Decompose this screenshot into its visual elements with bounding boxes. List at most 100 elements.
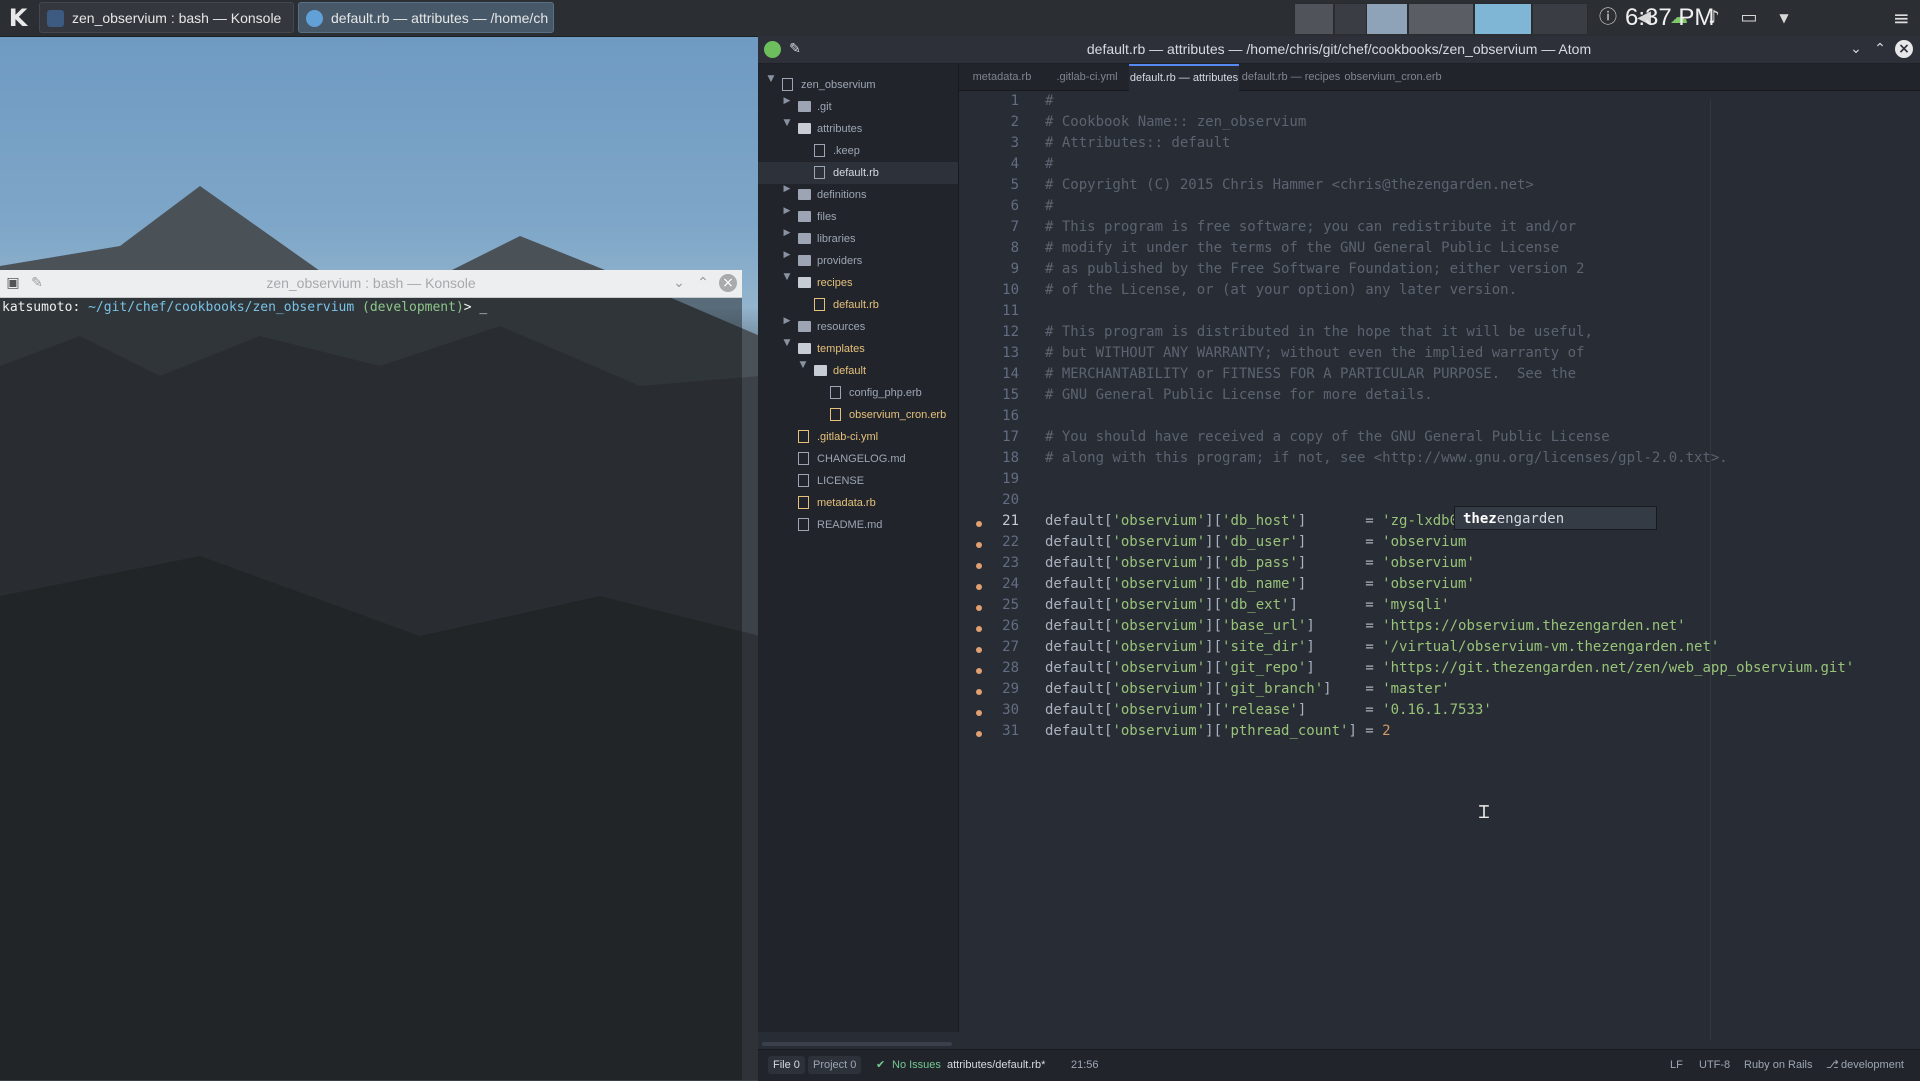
status-file-count[interactable]: File 0 <box>768 1056 805 1074</box>
editor-tab[interactable]: default.rb — recipes <box>1239 64 1343 90</box>
chevron-right-icon[interactable]: ▶ <box>782 316 792 326</box>
editor-tab[interactable]: .gitlab-ci.yml <box>1045 64 1129 90</box>
chevron-down-icon[interactable]: ▼ <box>782 118 792 128</box>
status-grammar[interactable]: Ruby on Rails <box>1744 1050 1812 1081</box>
minimize-icon[interactable]: ⌄ <box>670 274 688 292</box>
status-line-ending[interactable]: LF <box>1670 1050 1683 1081</box>
chevron-right-icon[interactable]: ▶ <box>782 96 792 106</box>
line-number: 10 <box>1002 282 1019 298</box>
tree-folder-item[interactable]: ▼ zen_observium <box>758 74 958 96</box>
tree-file-item[interactable]: LICENSE <box>758 470 958 492</box>
tree-folder-item[interactable]: ▶ providers <box>758 250 958 272</box>
pager-desktop-3[interactable] <box>1366 3 1408 35</box>
terminal-output[interactable]: katsumoto: ~/git/chef/cookbooks/zen_obse… <box>0 297 742 1080</box>
code-editor[interactable]: 1 #2 # Cookbook Name:: zen_observium 3 # Att… <box>959 91 1920 1031</box>
line-number: 11 <box>1002 303 1019 319</box>
status-git-branch[interactable]: development <box>1841 1050 1904 1081</box>
atom-titlebar[interactable]: ✎ default.rb — attributes — /home/chris/… <box>758 36 1920 64</box>
code-line: default['observium']['db_host'] = 'zg-lx… <box>1045 513 1518 529</box>
tree-folder-item[interactable]: ▶ libraries <box>758 228 958 250</box>
git-modified-marker <box>976 668 982 674</box>
tree-folder-item[interactable]: ▶ definitions <box>758 184 958 206</box>
editor-tab[interactable]: default.rb — attributes <box>1129 64 1239 91</box>
editor-tab[interactable]: observium_cron.erb <box>1343 64 1443 90</box>
tree-item-label: CHANGELOG.md <box>817 453 906 465</box>
git-modified-marker <box>976 563 982 569</box>
line-number: 29 <box>1002 681 1019 697</box>
code-line: # modify it under the terms of the GNU G… <box>1045 240 1560 256</box>
status-project-count[interactable]: Project 0 <box>808 1056 862 1074</box>
line-number: 5 <box>1010 177 1019 193</box>
tray-expand-icon[interactable]: ▼ <box>1772 6 1796 30</box>
close-icon[interactable]: × <box>719 274 737 292</box>
minimize-icon[interactable]: ⌄ <box>1847 40 1865 58</box>
tree-folder-item[interactable]: ▼ default <box>758 360 958 382</box>
pager-desktop-2[interactable] <box>1334 3 1368 35</box>
pager-desktop-4[interactable] <box>1408 3 1474 35</box>
task-atom[interactable]: default.rb — attributes — /home/ch <box>298 2 554 33</box>
pager-desktop-1[interactable] <box>1294 3 1334 35</box>
line-number: 6 <box>1010 198 1019 214</box>
chevron-down-icon[interactable]: ▼ <box>782 338 792 348</box>
tab-bar: metadata.rb .gitlab-ci.yml default.rb — at… <box>959 64 1920 91</box>
status-issues[interactable]: No Issues <box>892 1050 941 1081</box>
kde-launcher-icon[interactable]: K <box>4 4 32 32</box>
editor-tab[interactable]: metadata.rb <box>959 64 1045 90</box>
tree-file-item[interactable]: config_php.erb <box>758 382 958 404</box>
tree-scrollbar[interactable] <box>762 1042 952 1046</box>
notifications-icon[interactable]: ⓘ <box>1596 6 1620 30</box>
tree-file-item[interactable]: .gitlab-ci.yml <box>758 426 958 448</box>
tree-file-item[interactable]: metadata.rb <box>758 492 958 514</box>
tree-file-item[interactable]: .keep <box>758 140 958 162</box>
tree-folder-item[interactable]: ▶ .git <box>758 96 958 118</box>
chevron-down-icon[interactable]: ▼ <box>798 360 808 370</box>
line-number: 16 <box>1002 408 1019 424</box>
clock[interactable]: 6:37 PM <box>1625 0 1714 36</box>
tree-folder-item[interactable]: ▼ templates <box>758 338 958 360</box>
git-modified-marker <box>976 689 982 695</box>
code-line: default['observium']['pthread_count'] = … <box>1045 723 1391 739</box>
pager-desktop-5[interactable] <box>1474 3 1532 35</box>
tree-folder-item[interactable]: ▼ recipes <box>758 272 958 294</box>
line-number: 7 <box>1010 219 1019 235</box>
chevron-right-icon[interactable]: ▶ <box>782 206 792 216</box>
maximize-icon[interactable]: ⌃ <box>694 274 712 292</box>
code-line: default['observium']['db_ext'] = 'mysqli… <box>1045 597 1450 613</box>
task-konsole[interactable]: zen_observium : bash — Konsole <box>39 2 294 33</box>
tree-folder-item[interactable]: ▼ attributes <box>758 118 958 140</box>
tree-item-label: libraries <box>817 233 856 245</box>
tree-folder-item[interactable]: ▶ resources <box>758 316 958 338</box>
tree-folder-item[interactable]: ▶ files <box>758 206 958 228</box>
chevron-down-icon[interactable]: ▼ <box>766 74 776 84</box>
code-line: # Copyright (C) 2015 Chris Hammer <chris… <box>1045 177 1534 193</box>
tree-item-label: metadata.rb <box>817 497 876 509</box>
line-number: 1 <box>1010 93 1019 109</box>
tree-file-item[interactable]: CHANGELOG.md <box>758 448 958 470</box>
code-line: default['observium']['db_user'] = 'obser… <box>1045 534 1467 550</box>
konsole-titlebar[interactable]: ▣ ✎ zen_observium : bash — Konsole ⌄ ⌃ × <box>0 270 742 298</box>
tree-item-label: LICENSE <box>817 475 865 487</box>
tree-file-item[interactable]: default.rb <box>758 294 958 316</box>
close-icon[interactable]: × <box>1895 40 1913 58</box>
status-encoding[interactable]: UTF-8 <box>1699 1050 1730 1081</box>
display-icon[interactable]: ▭ <box>1737 6 1761 30</box>
status-cursor-position[interactable]: 21:56 <box>1071 1050 1099 1081</box>
autocomplete-suggestion[interactable]: thezengarden <box>1454 506 1657 530</box>
tree-file-item[interactable]: README.md <box>758 514 958 536</box>
folder-icon <box>798 321 811 332</box>
maximize-icon[interactable]: ⌃ <box>1871 40 1889 58</box>
folder-icon <box>814 365 827 376</box>
status-file-path[interactable]: attributes/default.rb* <box>947 1050 1045 1081</box>
pager-desktop-6[interactable] <box>1532 3 1588 35</box>
git-modified-marker <box>976 584 982 590</box>
chevron-right-icon[interactable]: ▶ <box>782 184 792 194</box>
line-number: 9 <box>1010 261 1019 277</box>
chevron-down-icon[interactable]: ▼ <box>782 272 792 282</box>
line-number: 27 <box>1002 639 1019 655</box>
line-number: 3 <box>1010 135 1019 151</box>
chevron-right-icon[interactable]: ▶ <box>782 250 792 260</box>
tree-file-item[interactable]: observium_cron.erb <box>758 404 958 426</box>
chevron-right-icon[interactable]: ▶ <box>782 228 792 238</box>
panel-menu-icon[interactable]: ≡ <box>1893 6 1913 30</box>
tree-file-item[interactable]: default.rb <box>758 162 958 184</box>
